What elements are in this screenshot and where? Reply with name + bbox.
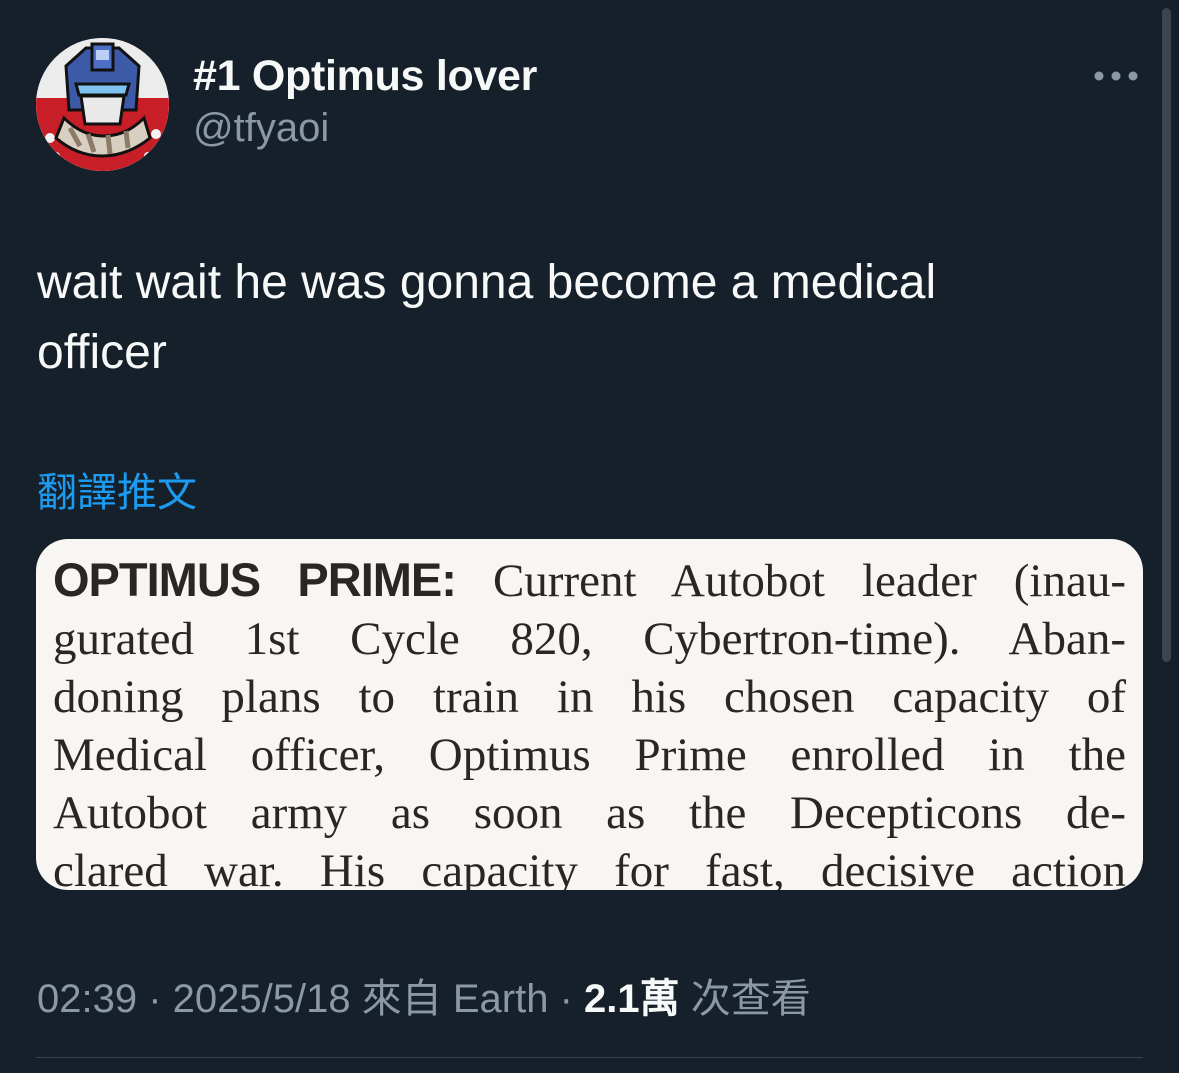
tweet-date[interactable]: 2025/5/18 (173, 977, 351, 1021)
tweet-text: wait wait he was gonna become a medical … (37, 256, 937, 379)
image-text-line-5: Autobot army as soon as the Decepticons … (53, 787, 1126, 839)
author-handle[interactable]: @tfyaoi (193, 106, 329, 151)
author-display-name[interactable]: #1 Optimus lover (193, 52, 537, 101)
meta-separator: · (548, 977, 584, 1021)
page-scrollbar[interactable] (1162, 8, 1171, 662)
image-text-line-6: clared war. His capacity for fast, decis… (53, 845, 1126, 890)
tweet-time[interactable]: 02:39 (37, 977, 137, 1021)
tweet-source: 來自 Earth (350, 977, 549, 1021)
image-text: OPTIMUS PRIME: Current Autobot leader (i… (53, 551, 1126, 890)
image-text-line-1: OPTIMUS PRIME: Current Autobot leader (i… (53, 551, 1126, 610)
more-horizontal-icon (1094, 71, 1138, 81)
image-text-line-1-rest: Current Autobot leader (inau- (455, 555, 1126, 607)
tweet-metadata: 02:39 · 2025/5/18 來自 Earth · 2.1萬 次查看 (37, 966, 811, 1024)
image-text-lead: OPTIMUS PRIME: (53, 553, 457, 606)
views-count: 2.1萬 (584, 977, 680, 1021)
meta-separator: · (137, 977, 173, 1021)
views-label: 次查看 (679, 977, 811, 1021)
image-text-line-3: doning plans to train in his chosen capa… (53, 671, 1126, 723)
more-options-button[interactable] (1088, 58, 1144, 94)
avatar[interactable] (36, 38, 169, 171)
image-text-line-2: gurated 1st Cycle 820, Cybertron-time). … (53, 613, 1126, 665)
divider (36, 1057, 1143, 1058)
image-text-line-4: Medical officer, Optimus Prime enrolled … (53, 729, 1126, 781)
translate-tweet-link[interactable]: 翻譯推文 (37, 460, 197, 518)
tweet-image[interactable]: OPTIMUS PRIME: Current Autobot leader (i… (36, 539, 1143, 890)
